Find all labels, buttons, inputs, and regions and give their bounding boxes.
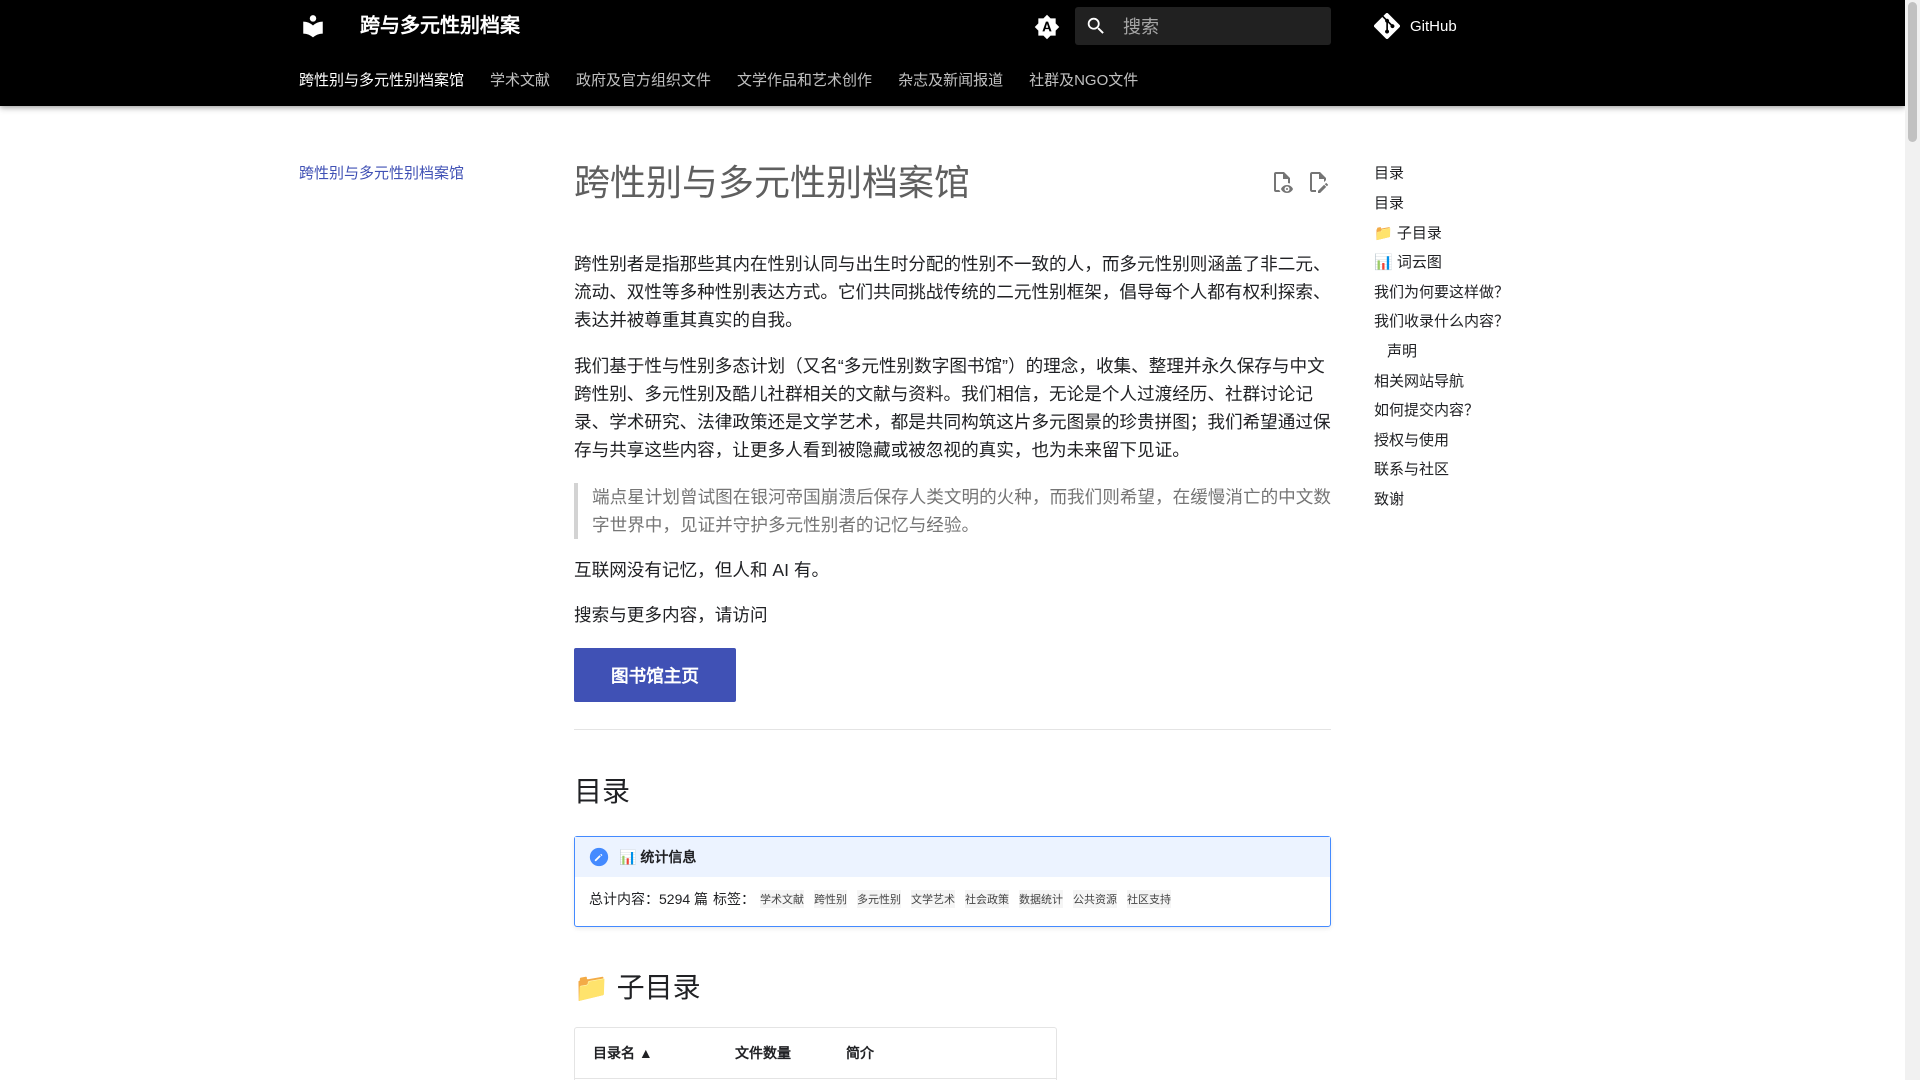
- library-home-button[interactable]: 图书馆主页: [574, 648, 736, 702]
- admonition-body: 总计内容：5294 篇 标签： 学术文献 跨性别 多元性别 文学艺术 社会政策 …: [575, 877, 1330, 921]
- intro-paragraph-3: 互联网没有记忆，但人和 AI 有。: [574, 560, 830, 580]
- site-header: 跨与多元性别档案 GitHub 跨性别与多元性别档案馆 学术文献 政府及官方组织…: [0, 0, 1905, 106]
- palette-toggle-icon[interactable]: [1034, 14, 1060, 40]
- tab-community-ngo[interactable]: 社群及NGO文件: [1029, 70, 1138, 92]
- tab-government[interactable]: 政府及官方组织文件: [576, 70, 711, 92]
- toc-heading: 目录: [574, 776, 631, 807]
- tab-news[interactable]: 杂志及新闻报道: [898, 70, 1003, 92]
- search-box[interactable]: [1075, 7, 1331, 47]
- toc-item-related-sites[interactable]: 相关网站导航: [1374, 371, 1574, 393]
- toc-item-statement[interactable]: 声明: [1374, 341, 1574, 363]
- admonition-title: 📊 统计信息: [575, 837, 1330, 877]
- page-scrollbar[interactable]: [1905, 0, 1920, 1080]
- book-logo-icon[interactable]: [300, 13, 326, 39]
- tag[interactable]: 跨性别: [814, 890, 848, 908]
- git-icon: [1374, 13, 1400, 39]
- search-input[interactable]: [1121, 7, 1325, 47]
- toc-item-catalog[interactable]: 目录: [1374, 193, 1574, 215]
- admonition-title-text: 📊 统计信息: [619, 849, 697, 865]
- column-header-name[interactable]: 目录名 ▲: [575, 1043, 717, 1063]
- tag[interactable]: 社会政策: [965, 890, 1010, 908]
- table-header-row: 目录名 ▲ 文件数量 简介: [575, 1028, 1056, 1079]
- toc-title: 目录: [1374, 165, 1405, 182]
- tag[interactable]: 文学艺术: [911, 890, 956, 908]
- toc-item-subdirectory[interactable]: 📁 子目录: [1374, 223, 1574, 245]
- page-content: 跨性别与多元性别档案馆: [574, 160, 1331, 206]
- intro-paragraph-4: 搜索与更多内容，请访问: [574, 605, 768, 625]
- subdirectory-heading: 📁 子目录: [574, 972, 701, 1003]
- blockquote: 端点星计划曾试图在银河帝国崩溃后保存人类文明的火种，而我们则希望，在缓慢消亡的中…: [574, 483, 1331, 539]
- divider: [574, 729, 1331, 730]
- site-title[interactable]: 跨与多元性别档案: [360, 13, 520, 39]
- toc-item-word-cloud[interactable]: 📊 词云图: [1374, 252, 1574, 274]
- total-count: 总计内容：5294 篇: [589, 891, 709, 907]
- github-repo-link[interactable]: GitHub: [1374, 13, 1457, 39]
- sidebar-item-home[interactable]: 跨性别与多元性别档案馆: [299, 165, 464, 182]
- edit-page-icon[interactable]: [1306, 170, 1330, 194]
- column-header-description[interactable]: 简介: [828, 1043, 874, 1063]
- subdirectory-table: 目录名 ▲ 文件数量 简介: [574, 1027, 1057, 1080]
- toc-item-why[interactable]: 我们为何要这样做？: [1374, 282, 1574, 304]
- tag[interactable]: 数据统计: [1019, 890, 1064, 908]
- scrollbar-thumb[interactable]: [1908, 2, 1917, 142]
- tags-label: 标签：: [713, 891, 756, 907]
- tab-literature-art[interactable]: 文学作品和艺术创作: [737, 70, 872, 92]
- view-source-icon[interactable]: [1270, 170, 1294, 194]
- page-actions: [1270, 170, 1330, 194]
- tab-academic[interactable]: 学术文献: [490, 70, 550, 92]
- search-icon: [1087, 17, 1104, 34]
- tag[interactable]: 多元性别: [857, 890, 902, 908]
- pencil-icon: [589, 847, 609, 867]
- left-sidebar-nav: 跨性别与多元性别档案馆: [299, 163, 519, 185]
- toc-item-what[interactable]: 我们收录什么内容？: [1374, 311, 1574, 333]
- tag[interactable]: 学术文献: [760, 890, 805, 908]
- toc-item-thanks[interactable]: 致谢: [1374, 489, 1574, 511]
- page-title: 跨性别与多元性别档案馆: [574, 162, 971, 203]
- toc-item-license[interactable]: 授权与使用: [1374, 430, 1574, 452]
- tag[interactable]: 社区支持: [1127, 890, 1172, 908]
- intro-paragraph-2: 我们基于性与性别多态计划（又名“多元性别数字图书馆”）的理念，收集、整理并永久保…: [574, 356, 1331, 460]
- toc-item-submit[interactable]: 如何提交内容？: [1374, 400, 1574, 422]
- intro-paragraph-1: 跨性别者是指那些其内在性别认同与出生时分配的性别不一致的人，而多元性别则涵盖了非…: [574, 254, 1331, 330]
- github-label: GitHub: [1410, 17, 1457, 35]
- nav-tabs: 跨性别与多元性别档案馆 学术文献 政府及官方组织文件 文学作品和艺术创作 杂志及…: [299, 70, 1164, 92]
- toc-item-contact[interactable]: 联系与社区: [1374, 459, 1574, 481]
- right-toc: 目录 目录 📁 子目录 📊 词云图 我们为何要这样做？ 我们收录什么内容？ 声明…: [1374, 163, 1574, 519]
- tag[interactable]: 公共资源: [1073, 890, 1118, 908]
- column-header-file-count[interactable]: 文件数量: [717, 1043, 828, 1063]
- stats-admonition: 📊 统计信息 总计内容：5294 篇 标签： 学术文献 跨性别 多元性别 文学艺…: [574, 836, 1331, 927]
- tab-home[interactable]: 跨性别与多元性别档案馆: [299, 70, 464, 92]
